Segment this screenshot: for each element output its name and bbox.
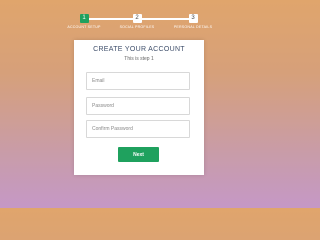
step-number: 1 xyxy=(79,14,89,23)
step-label: PERSONAL DETAILS xyxy=(173,25,213,29)
card-title: CREATE YOUR ACCOUNT xyxy=(93,46,185,53)
email-field[interactable] xyxy=(86,72,190,90)
signup-card: CREATE YOUR ACCOUNT This is step 1 Next xyxy=(74,40,204,175)
step-number: 2 xyxy=(132,14,142,23)
password-field[interactable] xyxy=(86,97,190,115)
next-button[interactable]: Next xyxy=(118,147,159,162)
step-account-setup[interactable]: 1 ACCOUNT SETUP xyxy=(59,14,109,29)
step-personal-details[interactable]: 3 PERSONAL DETAILS xyxy=(168,14,218,29)
progress-bar: 1 ACCOUNT SETUP 2 SOCIAL PROFILES 3 PERS… xyxy=(62,14,212,34)
step-label: SOCIAL PROFILES xyxy=(119,25,155,29)
step-social-profiles[interactable]: 2 SOCIAL PROFILES xyxy=(112,14,162,29)
step-number: 3 xyxy=(188,14,198,23)
card-subtitle: This is step 1 xyxy=(124,56,154,62)
confirm-password-field[interactable] xyxy=(86,120,190,138)
step-label: ACCOUNT SETUP xyxy=(67,25,101,29)
